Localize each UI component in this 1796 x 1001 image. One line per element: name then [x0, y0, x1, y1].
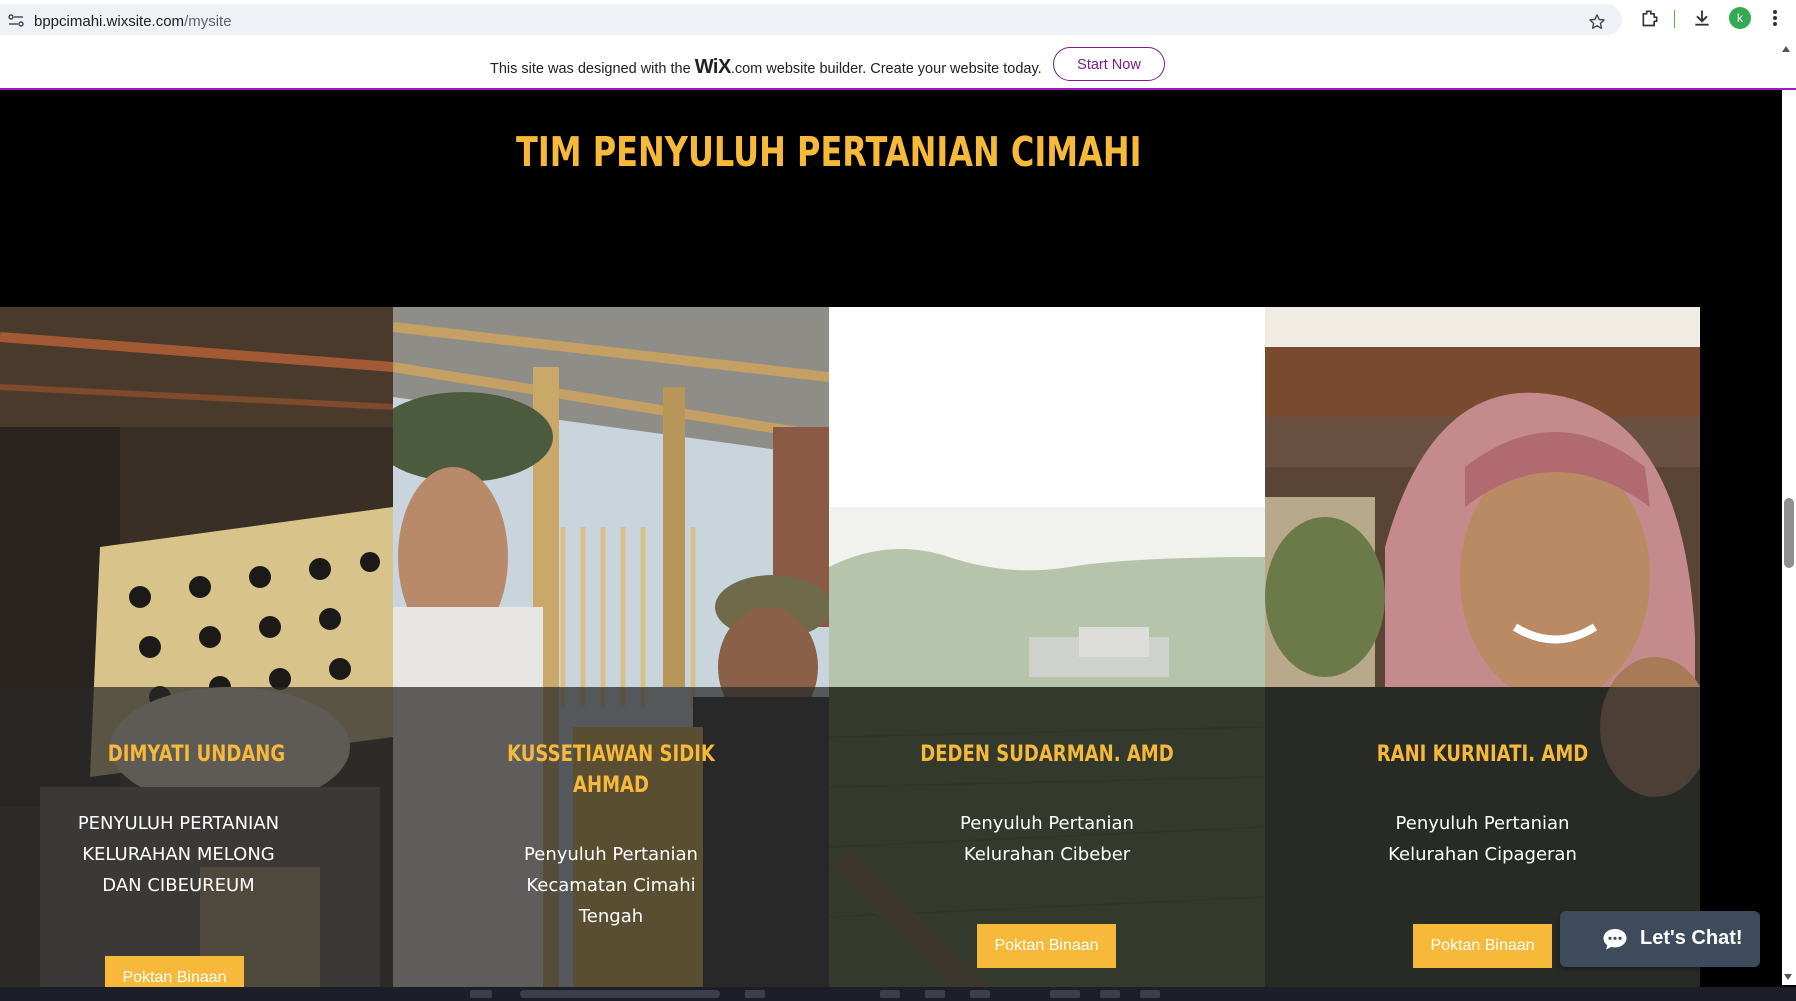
toolbar-divider: [1674, 10, 1675, 28]
extensions-icon[interactable]: [1640, 8, 1660, 28]
os-taskbar: [0, 987, 1796, 1001]
start-now-button[interactable]: Start Now: [1053, 47, 1165, 81]
member-name: KUSSETIAWAN SIDIK AHMAD: [432, 739, 790, 801]
member-role-line: Kecamatan Cimahi: [526, 875, 696, 896]
wix-logo-suffix: .com: [730, 61, 763, 77]
member-role: Penyuluh Pertanian Kelurahan Cibeber: [829, 808, 1265, 870]
member-name-line: RANI KURNIATI. AMD: [1376, 742, 1589, 767]
team-card: DEDEN SUDARMAN. AMD Penyuluh Pertanian K…: [829, 307, 1265, 987]
poktan-binaan-button[interactable]: Poktan Binaan: [977, 924, 1116, 968]
member-role-line: Kelurahan Cipageran: [1388, 844, 1577, 865]
url-path: /mysite: [184, 13, 232, 30]
bookmark-star-icon[interactable]: [1588, 13, 1606, 31]
member-role-line: KELURAHAN MELONG: [82, 844, 275, 865]
team-gallery: DIMYATI UNDANG PENYULUH PERTANIAN KELURA…: [0, 307, 1700, 987]
browser-toolbar: bppcimahi.wixsite.com/mysite k: [0, 0, 1796, 37]
member-role-line: Tengah: [578, 906, 644, 927]
taskbar-icon[interactable]: [745, 990, 765, 998]
profile-avatar[interactable]: k: [1729, 7, 1751, 29]
scroll-down-arrow-icon[interactable]: [1784, 974, 1792, 980]
member-role: Penyuluh Pertanian Kecamatan Cimahi Teng…: [393, 839, 829, 932]
scrollbar-thumb[interactable]: [1784, 498, 1794, 568]
download-icon[interactable]: [1692, 8, 1712, 28]
member-name: DEDEN SUDARMAN. AMD: [868, 739, 1226, 770]
team-card: KUSSETIAWAN SIDIK AHMAD Penyuluh Pertani…: [393, 307, 829, 987]
page-title: TIM PENYULUH PERTANIAN CIMAHI: [516, 128, 1142, 176]
member-role-line: PENYULUH PERTANIAN: [77, 813, 280, 834]
card-overlay: [393, 687, 829, 987]
taskbar-icon[interactable]: [1050, 990, 1080, 998]
lets-chat-button[interactable]: Let's Chat!: [1560, 911, 1760, 967]
member-role-line: Kelurahan Cibeber: [963, 844, 1131, 865]
poktan-binaan-button[interactable]: Poktan Binaan: [1413, 924, 1552, 968]
wix-banner-text: This site was designed with the WiX.com …: [490, 56, 1042, 79]
wix-ad-banner: This site was designed with the WiX.com …: [0, 37, 1796, 90]
site-info-icon[interactable]: [8, 14, 24, 27]
banner-text-after: website builder. Create your website tod…: [766, 61, 1042, 77]
member-name-line: DEDEN SUDARMAN. AMD: [920, 742, 1174, 767]
chat-bubble-icon: [1603, 929, 1627, 950]
member-role: PENYULUH PERTANIAN KELURAHAN MELONG DAN …: [0, 808, 375, 901]
member-name: DIMYATI UNDANG: [35, 739, 357, 770]
chat-label: Let's Chat!: [1640, 927, 1743, 949]
member-name-line: KUSSETIAWAN SIDIK: [507, 742, 715, 767]
member-role-line: Penyuluh Pertanian: [1395, 813, 1570, 834]
team-card: RANI KURNIATI. AMD Penyuluh Pertanian Ke…: [1265, 307, 1700, 987]
banner-text-before: This site was designed with the: [490, 61, 691, 77]
member-role-line: Penyuluh Pertanian: [960, 813, 1134, 834]
member-role-line: Penyuluh Pertanian: [524, 844, 698, 865]
team-card: DIMYATI UNDANG PENYULUH PERTANIAN KELURA…: [0, 307, 393, 987]
taskbar-icon[interactable]: [880, 990, 900, 998]
member-name-line: DIMYATI UNDANG: [107, 742, 286, 767]
taskbar-icon[interactable]: [470, 990, 492, 998]
taskbar-icon[interactable]: [1140, 990, 1160, 998]
kebab-menu-icon[interactable]: [1768, 8, 1782, 28]
member-role-line: DAN CIBEUREUM: [102, 875, 255, 896]
taskbar-icon[interactable]: [925, 990, 945, 998]
taskbar-icon[interactable]: [1100, 990, 1120, 998]
taskbar-icon[interactable]: [970, 990, 990, 998]
member-role: Penyuluh Pertanian Kelurahan Cipageran: [1265, 808, 1700, 870]
wix-logo: WiX: [694, 56, 732, 78]
member-name: RANI KURNIATI. AMD: [1304, 739, 1661, 770]
url-host: bppcimahi.wixsite.com: [34, 13, 185, 30]
member-name-line: AHMAD: [573, 773, 649, 798]
address-bar[interactable]: bppcimahi.wixsite.com/mysite: [0, 4, 1622, 35]
poktan-binaan-button[interactable]: Poktan Binaan: [105, 956, 244, 987]
scroll-up-arrow-icon[interactable]: [1782, 46, 1790, 52]
url-text[interactable]: bppcimahi.wixsite.com/mysite: [34, 13, 232, 30]
taskbar-search[interactable]: [520, 990, 720, 998]
